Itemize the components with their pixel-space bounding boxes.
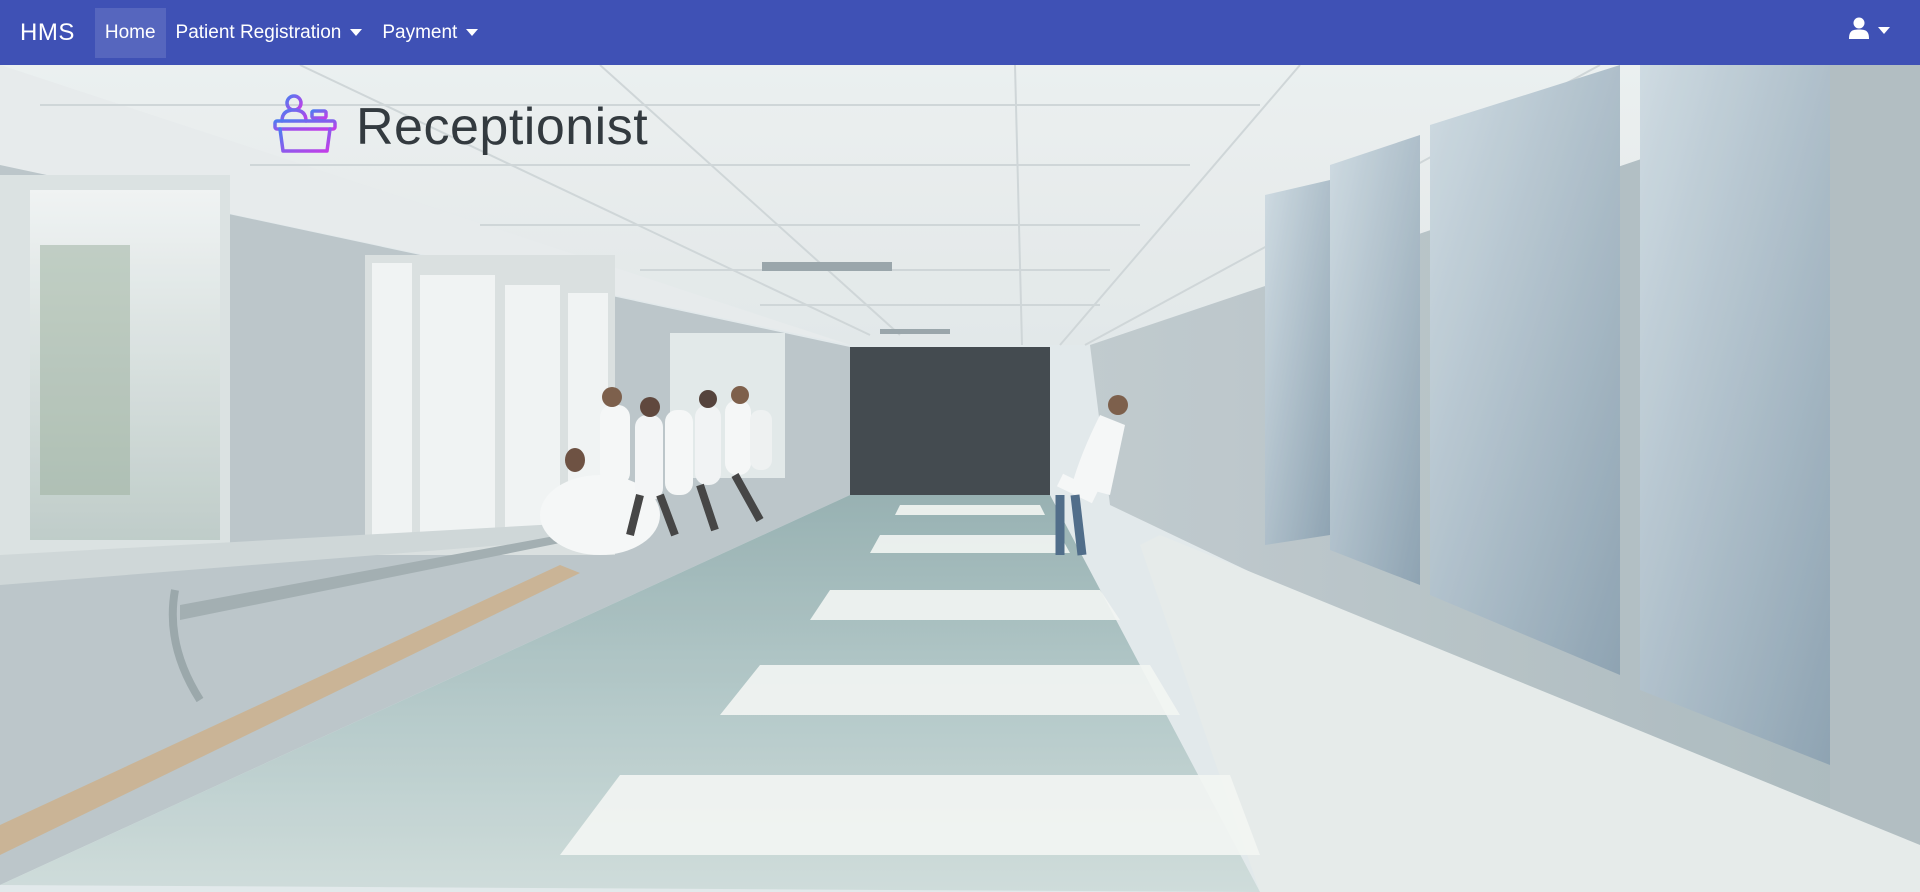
page-title: Receptionist [356,97,649,156]
brand-logo[interactable]: HMS [20,19,75,47]
navbar: HMS Home Patient Registration Payment [0,0,1920,65]
nav-payment-label: Payment [382,21,458,43]
hospital-corridor-image [0,65,1920,892]
nav-patient-registration-dropdown[interactable]: Patient Registration [166,8,373,58]
nav-payment-dropdown[interactable]: Payment [372,8,488,58]
user-menu-dropdown[interactable] [1849,17,1890,44]
hero-banner: Receptionist [0,65,1920,892]
caret-down-icon [466,29,479,36]
reception-desk-icon [272,93,338,160]
page-heading: Receptionist [272,93,648,160]
nav-patient-registration-label: Patient Registration [175,21,342,43]
user-icon [1849,17,1869,44]
caret-down-icon [350,29,363,36]
nav-home[interactable]: Home [94,7,166,58]
nav-home-label: Home [104,21,156,43]
caret-down-icon [1878,27,1890,34]
